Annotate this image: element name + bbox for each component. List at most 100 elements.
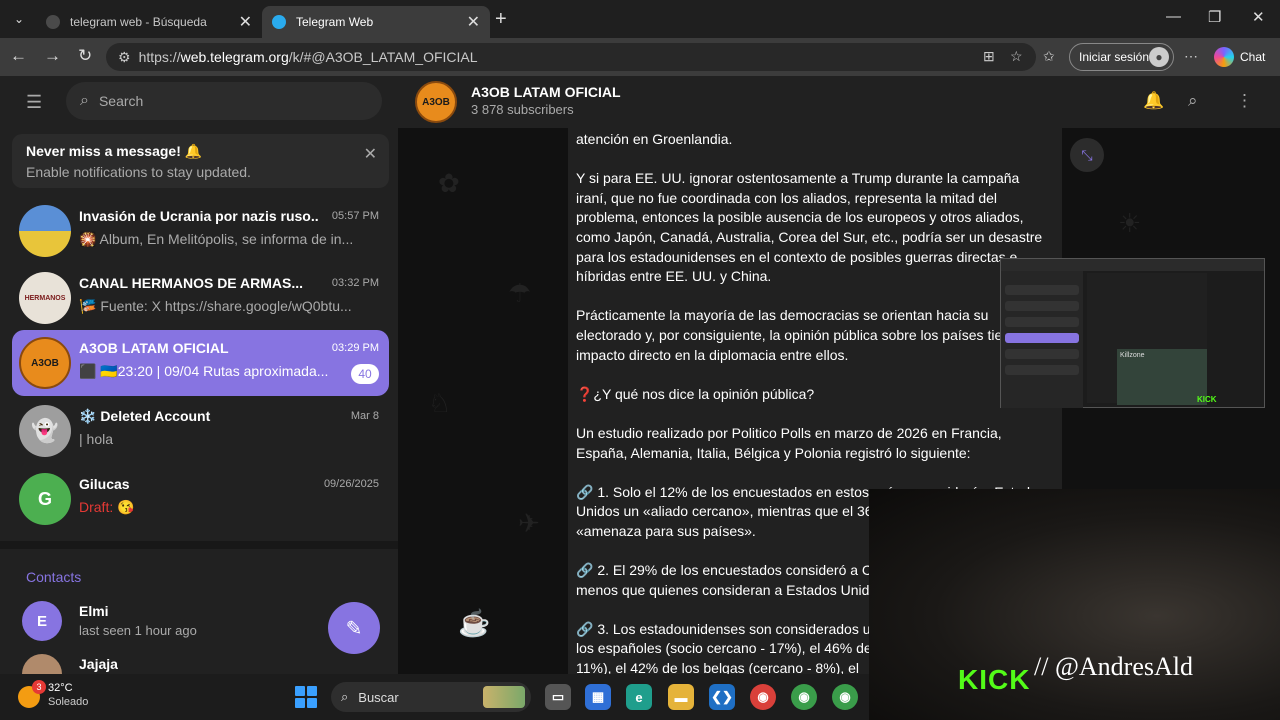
sun-icon: 3: [18, 680, 46, 708]
weather-condition: Soleado: [48, 696, 89, 708]
restore-icon[interactable]: ❐: [1208, 8, 1221, 26]
avatar: G: [19, 473, 71, 525]
site-info-icon[interactable]: ⚙: [118, 49, 131, 66]
chat-item-a3ob[interactable]: A3OB A3OB LATAM OFICIAL 03:29 PM ⬛ 🇺🇦23:…: [12, 330, 389, 396]
streamer-handle: // @AndresAld: [1034, 652, 1193, 681]
channel-avatar: A3OB: [415, 81, 457, 123]
bookmark-star-icon[interactable]: ☆: [1010, 48, 1023, 65]
search-highlight-image: [483, 686, 525, 708]
more-vertical-icon[interactable]: ⋮: [1236, 91, 1253, 111]
message-paragraph: atención en Groenlandia.: [576, 131, 733, 147]
tab-search-icon[interactable]: ⌄: [7, 7, 31, 31]
reload-icon[interactable]: ↻: [78, 46, 92, 66]
unread-badge: 40: [351, 364, 379, 384]
thumbnail-map: Killzone: [1117, 349, 1207, 405]
url-prefix: https://: [138, 49, 181, 65]
windows-start-icon[interactable]: [295, 686, 317, 708]
chat-time: 05:57 PM: [331, 210, 379, 222]
windows-taskbar: 3 32°C Soleado ⌕ Buscar ▭ ▦ e ▬ ❮❯ ◉ ◉ ◉: [0, 674, 869, 720]
browser-tab-strip: ⌄ telegram web - Búsqueda ✕ Telegram Web…: [0, 0, 1280, 38]
notification-banner[interactable]: Never miss a message! 🔔 Enable notificat…: [12, 134, 389, 188]
chat-item-invasion[interactable]: Invasión de Ucrania por nazis ruso... 05…: [12, 198, 389, 264]
chat-name: A3OB LATAM OFICIAL: [79, 340, 229, 356]
close-tab-icon[interactable]: ✕: [239, 12, 252, 32]
chat-name: ❄️ Deleted Account: [79, 408, 211, 424]
chat-label: Chat: [1240, 50, 1266, 64]
url-input[interactable]: ⚙ https://web.telegram.org/k/#@A3OB_LATA…: [106, 43, 1036, 71]
back-icon[interactable]: ←: [10, 46, 27, 66]
notification-subtitle: Enable notifications to stay updated.: [26, 164, 251, 180]
channel-header[interactable]: A3OB A3OB LATAM OFICIAL 3 878 subscriber…: [398, 76, 1280, 128]
chrome-profile-icon[interactable]: ◉: [832, 684, 858, 710]
avatar: A3OB: [19, 337, 71, 389]
thumbnail-tabbar: [1001, 259, 1264, 271]
search-icon[interactable]: ⌕: [1188, 91, 1198, 111]
url-path: /k/#@A3OB_LATAM_OFICIAL: [288, 49, 478, 65]
install-app-icon[interactable]: ⊞: [983, 48, 995, 65]
url-host: web.telegram.org: [180, 49, 289, 65]
thumbnail-row: [1005, 285, 1079, 295]
minimize-icon[interactable]: —: [1166, 8, 1181, 25]
contact-name: Jajaja: [79, 656, 118, 672]
chat-preview: | hola: [79, 431, 113, 447]
taskbar-search[interactable]: ⌕ Buscar: [331, 682, 531, 712]
more-menu-icon[interactable]: ⋯: [1184, 48, 1198, 65]
chat-item-deleted-account[interactable]: 👻 ❄️ Deleted Account Mar 8 | hola: [12, 398, 389, 464]
contact-name: Elmi: [79, 603, 109, 619]
compose-pencil-icon[interactable]: ✎: [328, 602, 380, 654]
favorites-icon[interactable]: ✩: [1043, 48, 1055, 65]
signin-label: Iniciar sesión: [1079, 50, 1150, 64]
kick-logo: KICK: [958, 664, 1031, 695]
bell-icon[interactable]: 🔔: [1143, 91, 1164, 111]
weather-widget[interactable]: 3 32°C Soleado: [18, 680, 89, 708]
forward-icon[interactable]: →: [44, 46, 61, 66]
chat-name: Invasión de Ucrania por nazis ruso...: [79, 208, 319, 224]
tab-title: telegram web - Búsqueda: [70, 15, 207, 29]
section-divider: [0, 541, 398, 549]
chat-preview: Draft: 😘: [79, 499, 379, 516]
chrome-profile-icon[interactable]: ◉: [791, 684, 817, 710]
chrome-icon[interactable]: ◉: [750, 684, 776, 710]
weather-badge: 3: [32, 680, 46, 694]
tab-telegram-web[interactable]: Telegram Web ✕: [262, 6, 490, 38]
profile-avatar-icon: ●: [1149, 47, 1169, 67]
thumbnail-row: [1005, 349, 1079, 359]
subscriber-count: 3 878 subscribers: [471, 102, 574, 117]
new-tab-icon[interactable]: +: [495, 8, 507, 31]
search-input[interactable]: ⌕ Search: [66, 82, 382, 120]
notification-title: Never miss a message! 🔔: [26, 143, 203, 159]
signin-button[interactable]: Iniciar sesión ●: [1069, 43, 1174, 71]
task-view-icon[interactable]: ▭: [545, 684, 571, 710]
close-banner-icon[interactable]: ✕: [364, 144, 377, 164]
taskbar-search-label: Buscar: [358, 689, 399, 705]
thumbnail-row: [1005, 333, 1079, 343]
thumbnail-row: [1005, 317, 1079, 327]
avatar: E: [22, 601, 62, 641]
vscode-icon[interactable]: ❮❯: [709, 684, 735, 710]
hamburger-menu-icon[interactable]: ☰: [26, 92, 42, 113]
contact-status: last seen 1 hour ago: [79, 623, 197, 638]
chat-time: 03:29 PM: [331, 342, 379, 354]
temperature: 32°C: [48, 682, 73, 694]
draft-label: Draft:: [79, 499, 114, 515]
thumbnail-kick-logo: KICK: [1197, 395, 1217, 404]
collapse-pip-icon[interactable]: ⤡: [1070, 138, 1104, 172]
channel-name: A3OB LATAM OFICIAL: [471, 84, 621, 100]
message-paragraph: Prácticamente la mayoría de las democrac…: [576, 307, 1038, 363]
chat-list-panel: ☰ ⌕ Search Never miss a message! 🔔 Enabl…: [0, 76, 398, 694]
avatar: HERMANOS: [19, 272, 71, 324]
chat-time: Mar 8: [350, 410, 379, 422]
chat-item-hermanos[interactable]: HERMANOS CANAL HERMANOS DE ARMAS... 03:3…: [12, 265, 389, 331]
chat-time: 09/26/2025: [323, 478, 379, 490]
file-explorer-icon[interactable]: ▬: [668, 684, 694, 710]
tab-telegram-search[interactable]: telegram web - Búsqueda ✕: [36, 6, 262, 38]
edge-icon[interactable]: e: [626, 684, 652, 710]
chat-item-gilucas[interactable]: G Gilucas 09/26/2025 Draft: 😘: [12, 466, 389, 532]
draft-text: 😘: [117, 499, 135, 515]
copilot-chat-button[interactable]: Chat: [1214, 47, 1265, 67]
chat-name: Gilucas: [79, 476, 130, 492]
store-icon[interactable]: ▦: [585, 684, 611, 710]
close-tab-icon[interactable]: ✕: [467, 12, 480, 32]
close-window-icon[interactable]: ✕: [1252, 8, 1265, 26]
copilot-icon: [1214, 47, 1234, 67]
